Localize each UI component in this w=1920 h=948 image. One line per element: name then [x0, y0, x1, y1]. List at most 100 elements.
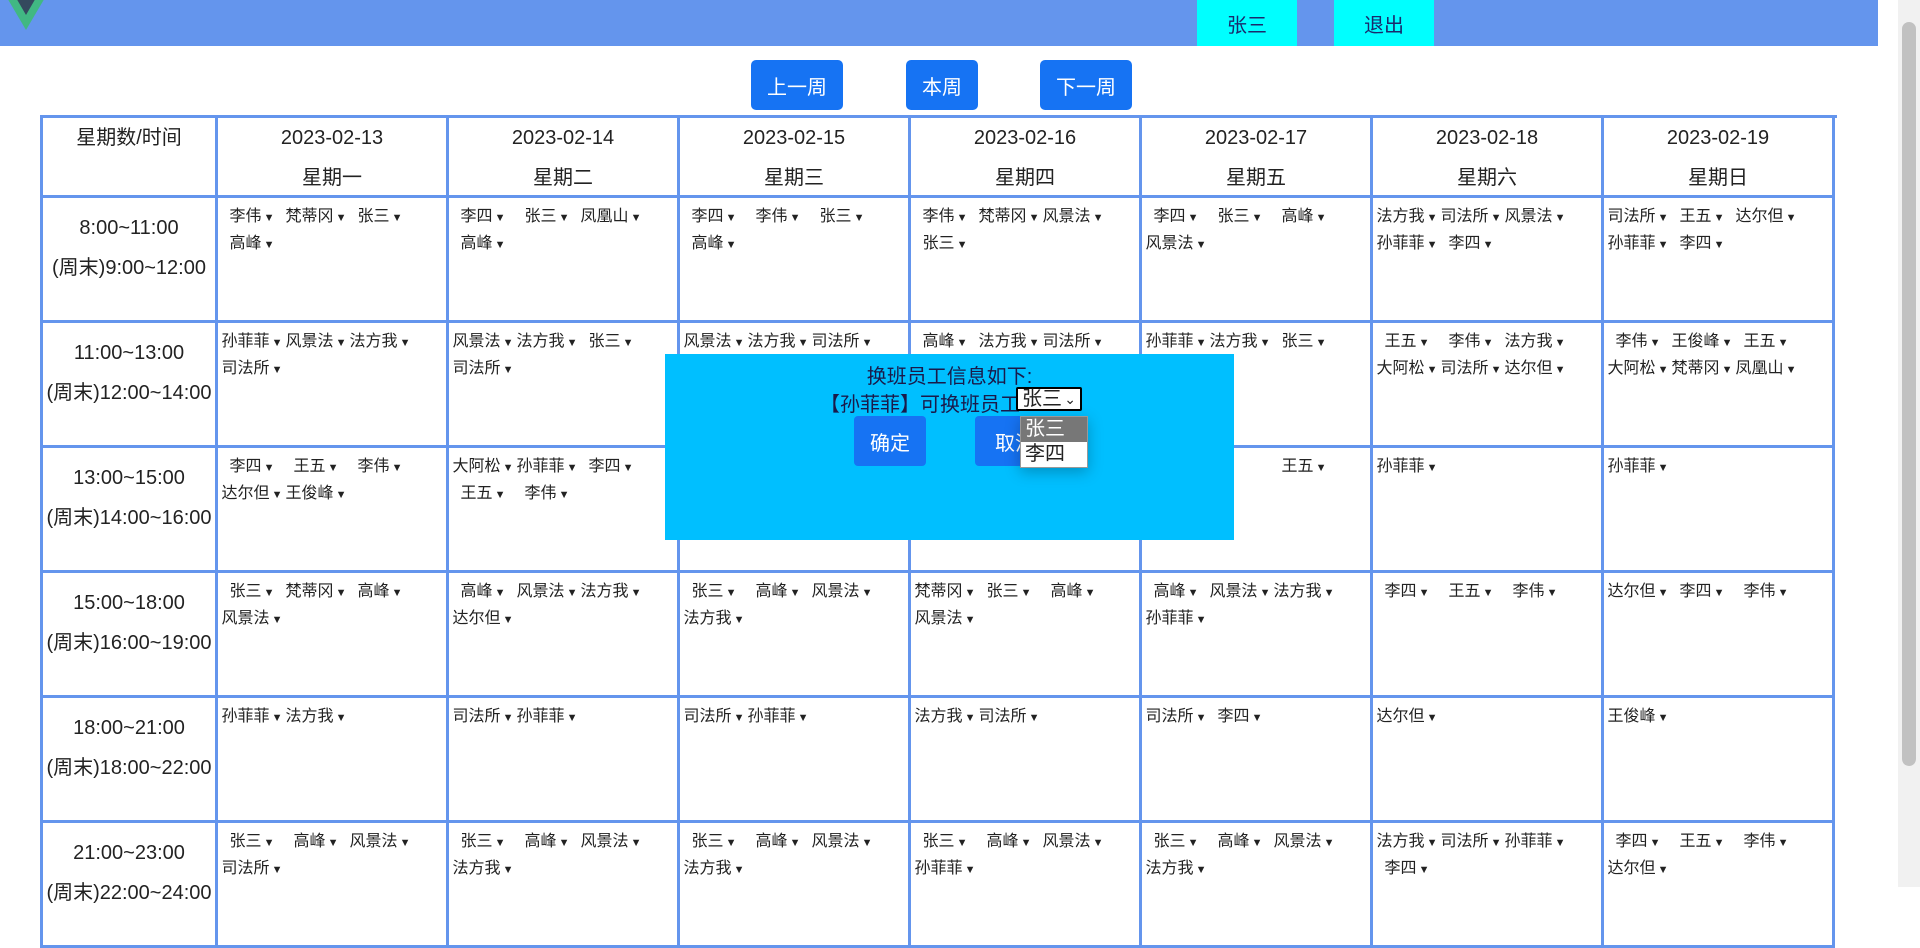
- employee-tag[interactable]: 达尔但 ▼: [1606, 579, 1670, 606]
- employee-tag[interactable]: 李伟▼: [1503, 579, 1567, 606]
- employee-tag[interactable]: 达尔但 ▼: [220, 481, 284, 508]
- employee-tag[interactable]: 孙菲菲 ▼: [1503, 829, 1567, 856]
- employee-tag[interactable]: 凤凰山 ▼: [579, 204, 643, 231]
- employee-tag[interactable]: 风景法 ▼: [810, 579, 874, 606]
- employee-tag[interactable]: 王俊峰▼: [284, 481, 348, 508]
- employee-tag[interactable]: 达尔但 ▼: [1375, 704, 1439, 731]
- this-week-button[interactable]: 本周: [906, 60, 978, 110]
- employee-tag[interactable]: 李伟▼: [348, 454, 412, 481]
- employee-tag[interactable]: 高峰 ▼: [348, 579, 412, 606]
- employee-tag[interactable]: 王五 ▼: [1375, 329, 1439, 356]
- employee-tag[interactable]: 司法所 ▼: [1439, 204, 1503, 231]
- employee-tag[interactable]: 孙菲菲 ▼: [1144, 606, 1208, 633]
- employee-tag[interactable]: 高峰 ▼: [1272, 204, 1336, 231]
- employee-tag[interactable]: 梵蒂冈 ▼: [977, 204, 1041, 231]
- employee-tag[interactable]: 司法所 ▼: [1041, 329, 1105, 356]
- scrollbar-thumb[interactable]: [1902, 22, 1916, 766]
- employee-tag[interactable]: 高峰 ▼: [1208, 829, 1272, 856]
- employee-tag[interactable]: 达尔但 ▼: [1734, 204, 1798, 231]
- employee-tag[interactable]: 张三 ▼: [220, 579, 284, 606]
- employee-tag[interactable]: 大阿松 ▼: [1375, 356, 1439, 383]
- employee-tag[interactable]: 孙菲菲 ▼: [1144, 329, 1208, 356]
- employee-tag[interactable]: 达尔但 ▼: [1503, 356, 1567, 383]
- employee-tag[interactable]: 法方我 ▼: [977, 329, 1041, 356]
- employee-tag[interactable]: 张三 ▼: [220, 829, 284, 856]
- employee-tag[interactable]: 李四 ▼: [682, 204, 746, 231]
- confirm-button[interactable]: 确定: [854, 416, 926, 466]
- employee-tag[interactable]: 梵蒂冈 ▼: [913, 579, 977, 606]
- employee-tag[interactable]: 张三 ▼: [1208, 204, 1272, 231]
- employee-tag[interactable]: 高峰 ▼: [682, 231, 746, 258]
- prev-week-button[interactable]: 上一周: [751, 60, 843, 110]
- page-scrollbar[interactable]: [1898, 0, 1920, 887]
- employee-tag[interactable]: 张三 ▼: [913, 829, 977, 856]
- employee-tag[interactable]: 王五 ▼: [1734, 329, 1798, 356]
- employee-tag[interactable]: 风景法 ▼: [348, 829, 412, 856]
- employee-tag[interactable]: 风景法 ▼: [1503, 204, 1567, 231]
- employee-tag[interactable]: 李四 ▼: [1375, 856, 1439, 883]
- employee-tag[interactable]: 孙菲菲 ▼: [515, 454, 579, 481]
- employee-tag[interactable]: 张三 ▼: [579, 329, 643, 356]
- employee-tag[interactable]: 法方我 ▼: [1208, 329, 1272, 356]
- employee-tag[interactable]: 李伟▼: [1439, 329, 1503, 356]
- next-week-button[interactable]: 下一周: [1040, 60, 1132, 110]
- employee-tag[interactable]: 张三 ▼: [810, 204, 874, 231]
- employee-tag[interactable]: 司法所 ▼: [451, 356, 515, 383]
- employee-tag[interactable]: 孙菲菲 ▼: [515, 704, 579, 731]
- employee-tag[interactable]: 李伟▼: [746, 204, 810, 231]
- employee-tag[interactable]: 高峰 ▼: [451, 231, 515, 258]
- employee-tag[interactable]: 大阿松 ▼: [451, 454, 515, 481]
- employee-tag[interactable]: 王五 ▼: [451, 481, 515, 508]
- employee-tag[interactable]: 风景法 ▼: [913, 606, 977, 633]
- employee-tag[interactable]: 法方我 ▼: [746, 329, 810, 356]
- employee-tag[interactable]: 张三 ▼: [1272, 329, 1336, 356]
- employee-tag[interactable]: 高峰 ▼: [515, 829, 579, 856]
- employee-tag[interactable]: 高峰 ▼: [746, 829, 810, 856]
- employee-tag[interactable]: 王五 ▼: [1670, 829, 1734, 856]
- employee-tag[interactable]: 高峰 ▼: [1041, 579, 1105, 606]
- employee-tag[interactable]: 李伟▼: [1734, 829, 1798, 856]
- employee-tag[interactable]: 李伟▼: [220, 204, 284, 231]
- employee-tag[interactable]: 风景法 ▼: [515, 579, 579, 606]
- employee-tag[interactable]: 大阿松 ▼: [1606, 356, 1670, 383]
- employee-tag[interactable]: 王五 ▼: [1439, 579, 1503, 606]
- employee-tag[interactable]: 李四 ▼: [451, 204, 515, 231]
- employee-tag[interactable]: 李四 ▼: [1144, 204, 1208, 231]
- employee-tag[interactable]: 孙菲菲 ▼: [1606, 231, 1670, 258]
- employee-tag[interactable]: 风景法 ▼: [810, 829, 874, 856]
- employee-tag[interactable]: 李四 ▼: [220, 454, 284, 481]
- swap-option[interactable]: 张三: [1021, 417, 1087, 442]
- employee-tag[interactable]: 张三 ▼: [913, 231, 977, 258]
- employee-tag[interactable]: 法方我 ▼: [1272, 579, 1336, 606]
- employee-tag[interactable]: 风景法 ▼: [1272, 829, 1336, 856]
- employee-tag[interactable]: 孙菲菲 ▼: [220, 704, 284, 731]
- employee-tag[interactable]: 法方我 ▼: [682, 856, 746, 883]
- employee-tag[interactable]: 李四 ▼: [1670, 579, 1734, 606]
- employee-tag[interactable]: 风景法 ▼: [284, 329, 348, 356]
- employee-tag[interactable]: 高峰 ▼: [977, 829, 1041, 856]
- employee-tag[interactable]: 法方我 ▼: [682, 606, 746, 633]
- current-user-button[interactable]: 张三: [1197, 0, 1297, 46]
- employee-tag[interactable]: 司法所 ▼: [810, 329, 874, 356]
- employee-tag[interactable]: 张三 ▼: [682, 579, 746, 606]
- employee-tag[interactable]: 法方我 ▼: [284, 704, 348, 731]
- employee-tag[interactable]: 司法所 ▼: [220, 856, 284, 883]
- employee-tag[interactable]: 凤凰山 ▼: [1734, 356, 1798, 383]
- employee-tag[interactable]: 李四 ▼: [1606, 829, 1670, 856]
- employee-tag[interactable]: 司法所 ▼: [1439, 829, 1503, 856]
- employee-tag[interactable]: 法方我 ▼: [913, 704, 977, 731]
- employee-tag[interactable]: 法方我 ▼: [1375, 204, 1439, 231]
- employee-tag[interactable]: 李四 ▼: [1670, 231, 1734, 258]
- employee-tag[interactable]: 孙菲菲 ▼: [1606, 454, 1670, 481]
- employee-tag[interactable]: 法方我 ▼: [348, 329, 412, 356]
- employee-tag[interactable]: 高峰 ▼: [220, 231, 284, 258]
- employee-tag[interactable]: 风景法 ▼: [579, 829, 643, 856]
- logout-button[interactable]: 退出: [1334, 0, 1434, 46]
- employee-tag[interactable]: 孙菲菲 ▼: [220, 329, 284, 356]
- employee-tag[interactable]: 高峰 ▼: [1144, 579, 1208, 606]
- employee-tag[interactable]: 王俊峰▼: [1606, 704, 1670, 731]
- employee-tag[interactable]: 司法所 ▼: [977, 704, 1041, 731]
- employee-tag[interactable]: 李伟▼: [1606, 329, 1670, 356]
- employee-tag[interactable]: 李四 ▼: [1208, 704, 1272, 731]
- swap-employee-select[interactable]: 张三 ⌄: [1016, 387, 1082, 411]
